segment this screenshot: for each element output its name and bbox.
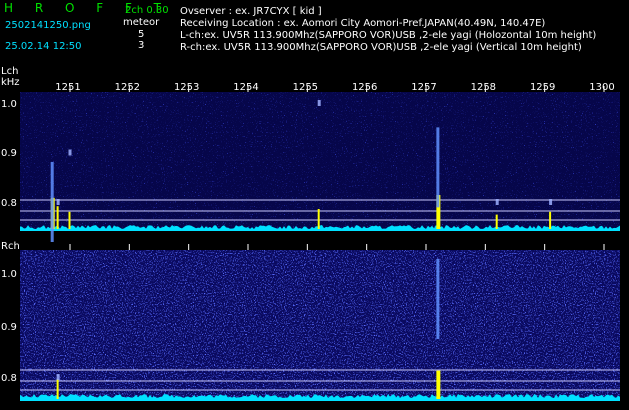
meteor-spike: [56, 379, 59, 399]
lch-noise: [20, 92, 620, 230]
spectrogram-chart: 1251 1252 1253 1254 1255 1256 1257 1258 1259 1300…: [1, 82, 620, 401]
y-tick-label: 0.9: [1, 148, 17, 159]
meteor-spike: [436, 370, 441, 399]
x-tick-label: 1254: [233, 82, 258, 93]
y-tick-label: 1.0: [1, 99, 17, 110]
meteor-echo: [68, 149, 72, 156]
meteor-echo: [56, 199, 60, 205]
x-tick-label: 1300: [589, 82, 614, 93]
meteor-echo: [549, 199, 553, 205]
y-tick-label: 0.9: [1, 322, 17, 333]
x-tick-label: 1255: [293, 82, 318, 93]
meteor-spike: [56, 206, 59, 229]
meteor-echo: [436, 259, 440, 339]
meteor-echo: [495, 199, 499, 205]
rch-noise: [20, 250, 620, 400]
y-tick-label: 0.8: [1, 198, 17, 209]
x-tick-label: 1253: [174, 82, 199, 93]
meteor-spike: [495, 214, 498, 229]
meteor-echo: [50, 162, 54, 242]
meteor-echo: [56, 374, 60, 380]
meteor-echo: [317, 100, 321, 106]
meteor-spike: [549, 211, 552, 229]
meteor-spike: [317, 209, 320, 229]
x-tick-label: 1252: [115, 82, 140, 93]
x-tick-label: 1251: [55, 82, 80, 93]
x-tick-label: 1256: [352, 82, 377, 93]
x-tick-label: 1257: [411, 82, 436, 93]
y-tick-label: 1.0: [1, 269, 17, 280]
y-tick-label: 0.8: [1, 373, 17, 384]
lch-baseline: [20, 225, 620, 231]
x-tick-label: 1259: [530, 82, 555, 93]
meteor-spike: [68, 211, 71, 229]
meteor-echo: [436, 127, 440, 208]
x-tick-label: 1258: [471, 82, 496, 93]
